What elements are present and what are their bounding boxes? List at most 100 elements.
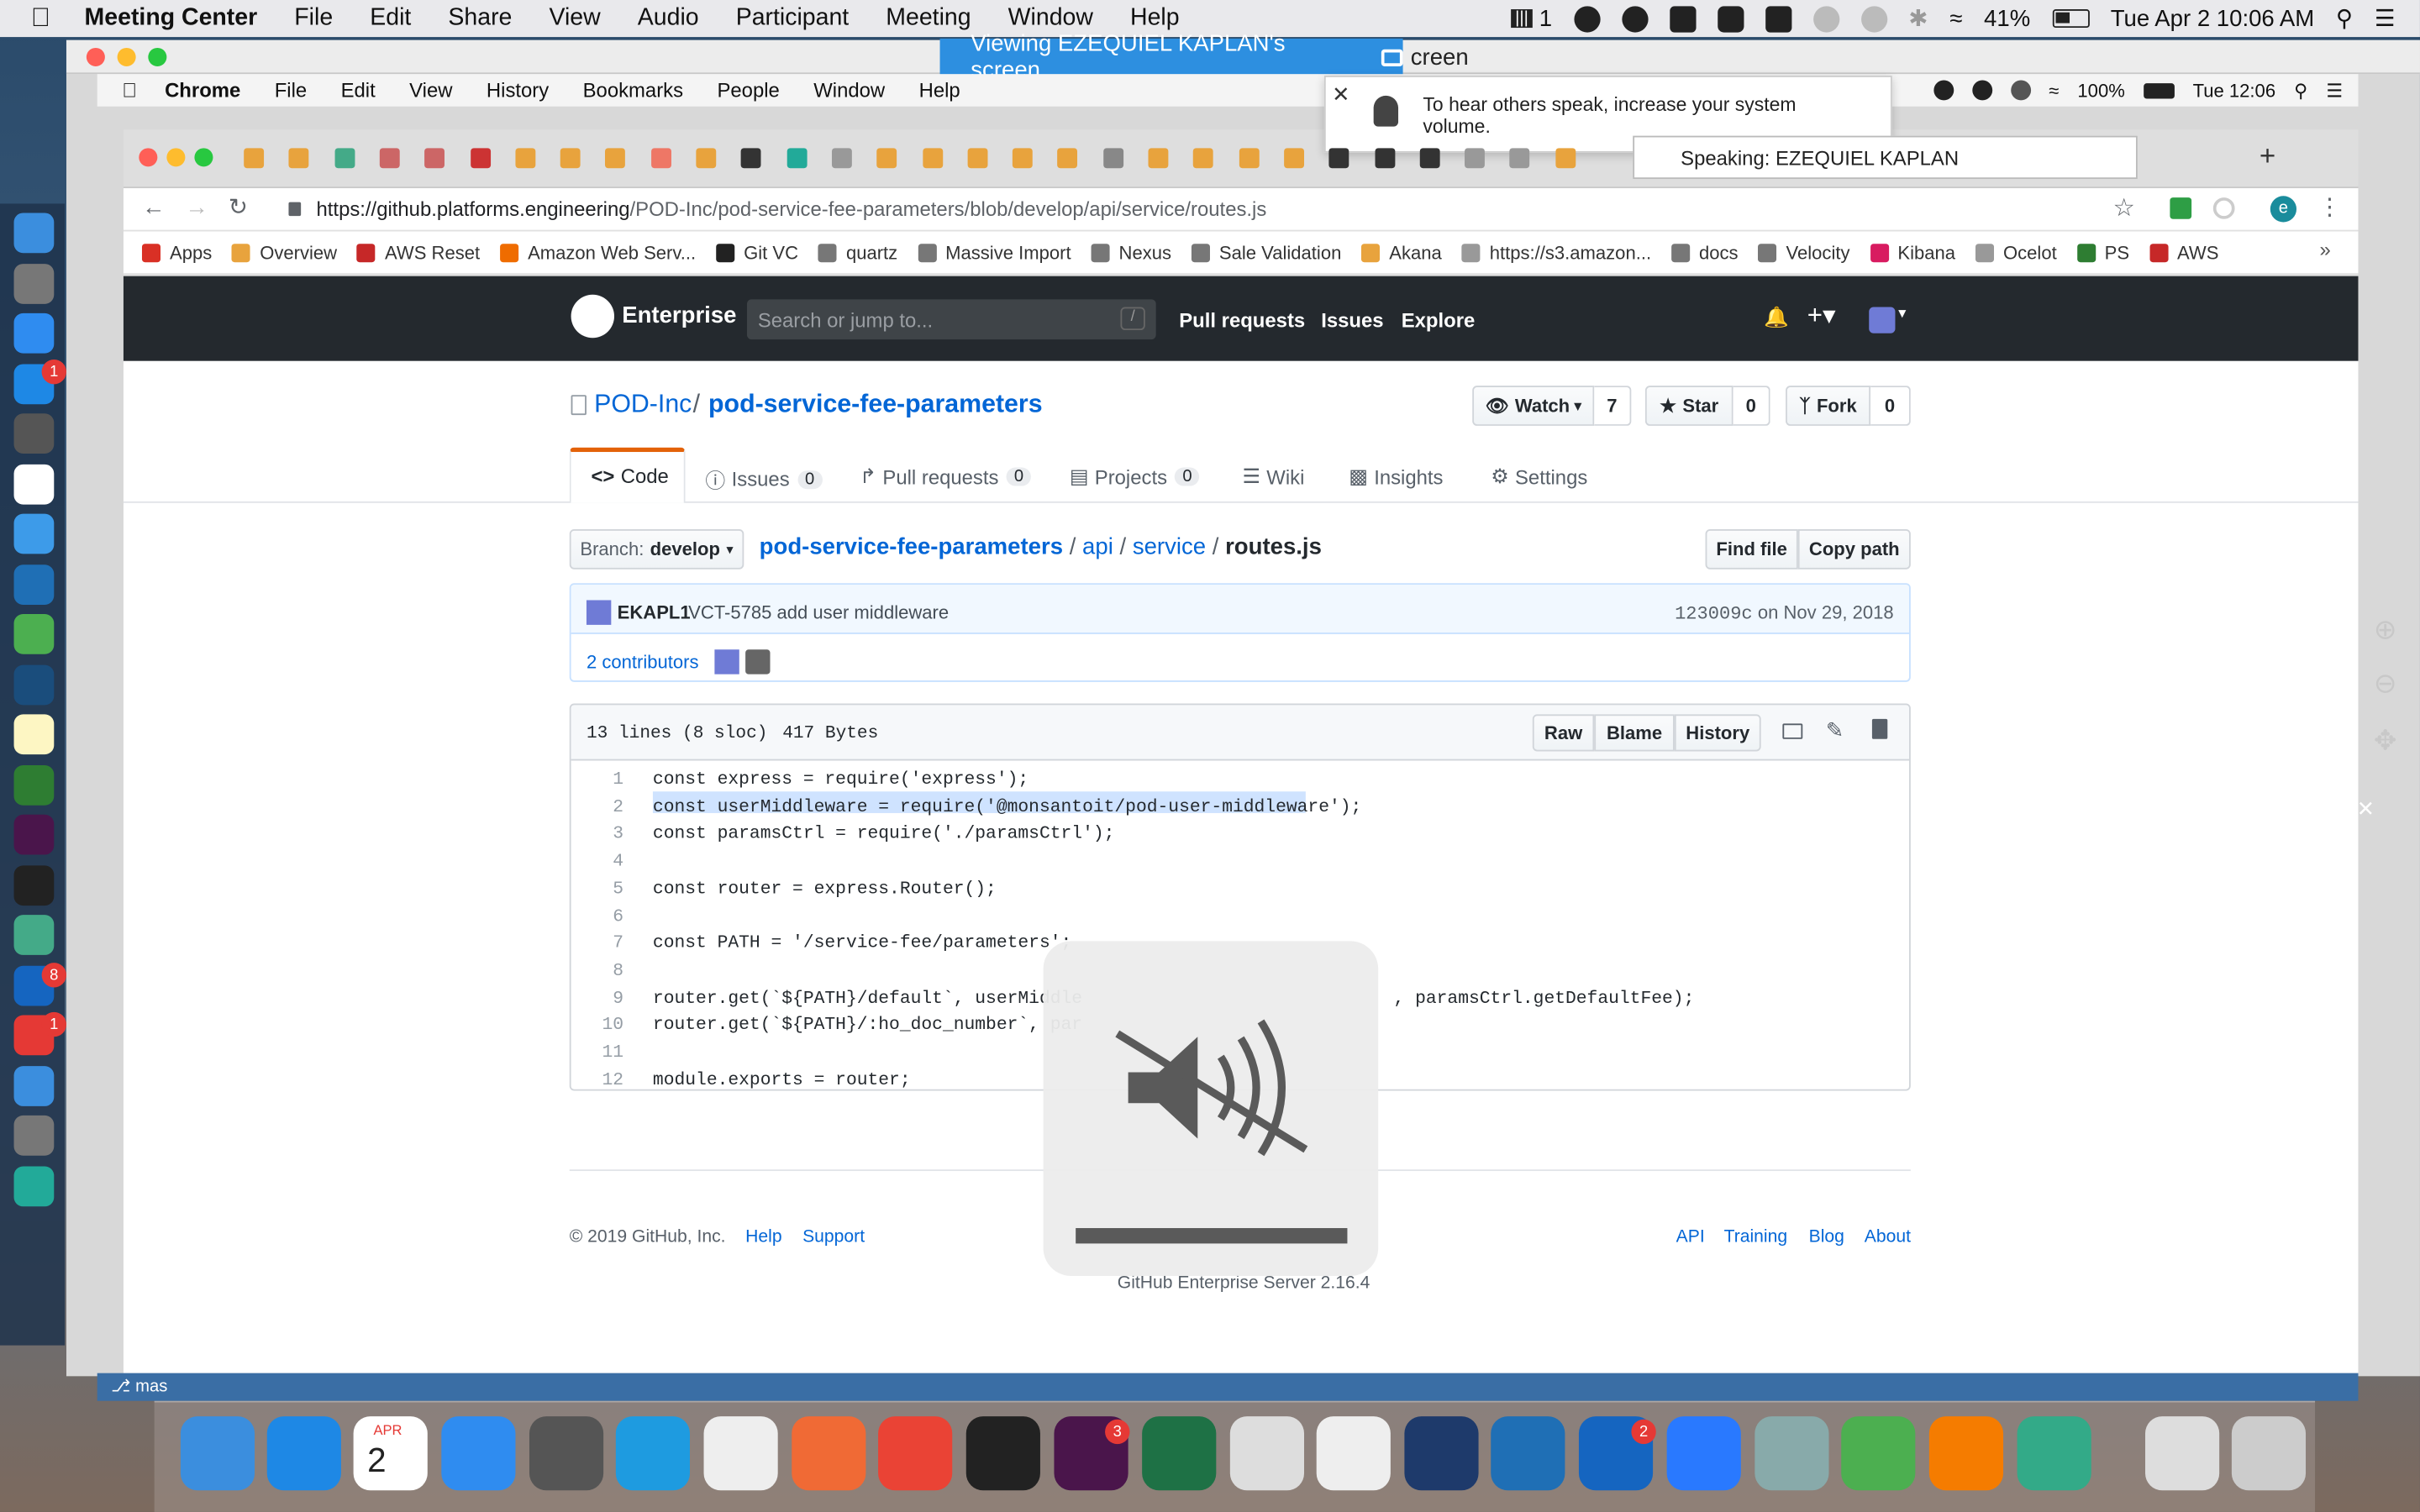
breadcrumb-repo[interactable]: pod-service-fee-parameters	[760, 533, 1063, 559]
watch-count[interactable]: 7	[1594, 386, 1632, 426]
menu-participant[interactable]: Participant	[736, 5, 850, 33]
chrome-minimize-button[interactable]	[166, 148, 186, 167]
close-window-button[interactable]	[86, 47, 105, 66]
line-number[interactable]: 1	[592, 770, 623, 790]
contributors-link[interactable]: 2 contributors	[587, 651, 699, 673]
nav-pull-requests[interactable]: Pull requests	[1179, 308, 1305, 332]
remote-menu-file[interactable]: File	[275, 79, 307, 102]
profile-avatar[interactable]: e	[2270, 196, 2297, 223]
dock-app-icon[interactable]	[2145, 1416, 2220, 1491]
remote-cloud-icon[interactable]	[2010, 80, 2031, 101]
panel-close-icon[interactable]: ✕	[2357, 796, 2375, 822]
plus-menu-icon[interactable]: +▾	[1807, 301, 1836, 332]
menu-app-name[interactable]: Meeting Center	[85, 5, 258, 33]
find-file-button[interactable]: Find file	[1705, 528, 1798, 570]
ext-icon-grey[interactable]	[2212, 197, 2235, 219]
browser-tab-favicon[interactable]	[334, 148, 355, 169]
browser-tab-favicon[interactable]	[1328, 148, 1349, 169]
zoom-out-icon[interactable]: ⊖	[2374, 668, 2397, 701]
browser-tab-favicon[interactable]	[1102, 148, 1123, 169]
chrome-close-button[interactable]	[139, 148, 158, 167]
raw-button[interactable]: Raw	[1532, 714, 1595, 752]
line-number[interactable]: 4	[592, 852, 623, 872]
bookmark-item[interactable]: AWS Reset	[356, 241, 480, 263]
line-number[interactable]: 12	[592, 1070, 623, 1089]
new-tab-button[interactable]: +	[2260, 140, 2275, 173]
menu-edit[interactable]: Edit	[370, 5, 411, 33]
browser-tab-favicon[interactable]	[1465, 148, 1486, 169]
dock-app-icon[interactable]	[1404, 1416, 1479, 1491]
menu-share[interactable]: Share	[448, 5, 512, 33]
dock-app-icon[interactable]	[180, 1416, 255, 1491]
left-dock-app-icon[interactable]	[13, 263, 55, 303]
remote-menu-edit[interactable]: Edit	[341, 79, 376, 102]
dock-app-icon[interactable]	[1142, 1416, 1217, 1491]
remote-menu-app[interactable]: Chrome	[165, 79, 240, 102]
remote-menu-icon[interactable]: ☰	[2326, 80, 2343, 102]
back-icon[interactable]: ←	[142, 194, 166, 220]
zoom-in-icon[interactable]: ⊕	[2374, 614, 2397, 647]
tab-wiki[interactable]: ☰ Wiki	[1243, 465, 1305, 489]
menu-audio[interactable]: Audio	[638, 5, 699, 33]
dock-app-icon[interactable]	[965, 1416, 1040, 1491]
remote-menu-window[interactable]: Window	[813, 79, 885, 102]
chrome-menu-icon[interactable]: ⋮	[2318, 193, 2342, 220]
commit-sha[interactable]: 123009c	[1675, 603, 1753, 625]
notification-center-icon[interactable]: ☰	[2375, 5, 2396, 32]
star-count[interactable]: 0	[1733, 386, 1770, 426]
cube-icon[interactable]	[1669, 5, 1696, 32]
elephant-icon[interactable]	[1717, 5, 1744, 32]
browser-tab-favicon[interactable]	[244, 148, 265, 169]
browser-tab-favicon[interactable]	[831, 148, 852, 169]
dock-app-icon[interactable]	[1928, 1416, 2004, 1491]
left-dock-app-icon[interactable]	[13, 1115, 55, 1156]
star-button[interactable]: ★ Star	[1644, 386, 1733, 426]
left-dock-app-icon[interactable]	[13, 664, 55, 705]
browser-tab-favicon[interactable]	[470, 148, 491, 169]
dock-app-icon[interactable]	[2231, 1416, 2307, 1491]
left-dock-app-icon[interactable]	[13, 714, 55, 755]
watch-button[interactable]: 👁 Watch ▾	[1472, 386, 1595, 426]
pencil-icon[interactable]: ✎	[1826, 717, 1844, 743]
footer-blog[interactable]: Blog	[1809, 1228, 1844, 1247]
line-number[interactable]: 7	[592, 934, 623, 954]
dock-app-icon[interactable]	[1316, 1416, 1391, 1491]
remote-status-icon-a[interactable]	[1933, 80, 1954, 101]
bookmark-item[interactable]: quartz	[818, 241, 897, 263]
line-number[interactable]: 8	[592, 961, 623, 981]
blame-button[interactable]: Blame	[1594, 714, 1675, 752]
browser-tab-favicon[interactable]	[1193, 148, 1214, 169]
browser-tab-favicon[interactable]	[1555, 148, 1576, 169]
bookmark-item[interactable]: Git VC	[716, 241, 798, 263]
github-search[interactable]: Search or jump to... /	[746, 299, 1156, 340]
dock-app-icon[interactable]	[1841, 1416, 1916, 1491]
footer-about[interactable]: About	[1865, 1228, 1911, 1247]
tab-code[interactable]: <> Code	[591, 465, 668, 488]
left-dock-app-icon[interactable]	[13, 915, 55, 955]
dock-app-icon[interactable]	[441, 1416, 516, 1491]
bookmark-item[interactable]: Massive Import	[918, 241, 1071, 263]
bookmark-star-icon[interactable]: ☆	[2112, 193, 2134, 224]
left-dock-app-icon[interactable]	[13, 413, 55, 454]
browser-tab-favicon[interactable]	[650, 148, 671, 169]
line-number[interactable]: 9	[592, 989, 623, 1009]
dock-app-icon[interactable]	[1229, 1416, 1305, 1491]
spinner-icon[interactable]	[1812, 5, 1839, 32]
menu-view[interactable]: View	[549, 5, 600, 33]
browser-tab-favicon[interactable]	[741, 148, 762, 169]
browser-tab-favicon[interactable]	[424, 148, 445, 169]
line-number[interactable]: 5	[592, 879, 623, 900]
clock[interactable]: Tue Apr 2 10:06 AM	[2111, 5, 2315, 31]
line-number[interactable]: 2	[592, 797, 623, 817]
footer-support[interactable]: Support	[802, 1228, 865, 1247]
browser-tab-favicon[interactable]	[786, 148, 807, 169]
trash-icon[interactable]	[1871, 718, 1888, 739]
bookmark-item[interactable]: Kibana	[1870, 241, 1955, 263]
globe-icon[interactable]	[1573, 5, 1601, 32]
bookmarks-overflow-icon[interactable]: »	[2320, 238, 2331, 261]
dock-app-icon[interactable]	[1754, 1416, 1829, 1491]
breadcrumb-api[interactable]: api	[1082, 533, 1113, 559]
browser-tab-favicon[interactable]	[1374, 148, 1395, 169]
browser-tab-favicon[interactable]	[1283, 148, 1304, 169]
line-number[interactable]: 10	[592, 1016, 623, 1036]
